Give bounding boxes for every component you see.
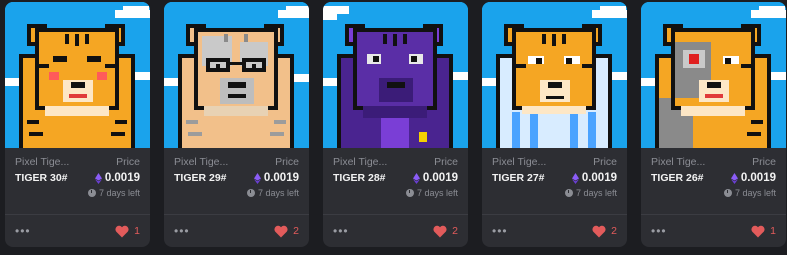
token-name[interactable]: TIGER 30# bbox=[15, 172, 68, 184]
price-label: Price bbox=[275, 156, 299, 168]
token-name[interactable]: TIGER 29# bbox=[174, 172, 227, 184]
eth-icon bbox=[412, 172, 420, 184]
like-button[interactable]: 2 bbox=[592, 225, 617, 238]
eth-icon bbox=[94, 172, 102, 184]
collection-name[interactable]: Pixel Tige... bbox=[174, 156, 228, 168]
card-footer: ••• 1 bbox=[641, 215, 786, 247]
like-button[interactable]: 1 bbox=[751, 225, 776, 238]
like-count: 1 bbox=[134, 225, 140, 237]
like-button[interactable]: 2 bbox=[433, 225, 458, 238]
card-info: Pixel Tige... Price TIGER 26# 0.0019 7 d… bbox=[641, 148, 786, 212]
price-label: Price bbox=[752, 156, 776, 168]
nft-image[interactable] bbox=[164, 2, 309, 148]
heart-icon bbox=[115, 225, 129, 237]
nft-card[interactable]: Pixel Tige... Price TIGER 28# 0.0019 7 d… bbox=[323, 2, 468, 247]
heart-icon bbox=[751, 225, 765, 237]
like-count: 2 bbox=[452, 225, 458, 237]
more-icon[interactable]: ••• bbox=[651, 225, 667, 237]
tiger-art bbox=[482, 2, 627, 148]
eth-icon bbox=[571, 172, 579, 184]
tiger-art bbox=[164, 2, 309, 148]
price-label: Price bbox=[434, 156, 458, 168]
clock-icon bbox=[723, 189, 732, 197]
card-footer: ••• 2 bbox=[482, 215, 627, 247]
more-icon[interactable]: ••• bbox=[492, 225, 508, 237]
eth-icon bbox=[253, 172, 261, 184]
clock-icon bbox=[405, 189, 414, 197]
nft-image[interactable] bbox=[5, 2, 150, 148]
tiger-art bbox=[5, 2, 150, 148]
price-value: 0.0019 bbox=[94, 172, 140, 184]
collection-name[interactable]: Pixel Tige... bbox=[333, 156, 387, 168]
like-count: 2 bbox=[611, 225, 617, 237]
tiger-art bbox=[641, 2, 786, 148]
more-icon[interactable]: ••• bbox=[333, 225, 349, 237]
time-left: 7 days left bbox=[564, 188, 617, 198]
price-value: 0.0019 bbox=[253, 172, 299, 184]
card-footer: ••• 2 bbox=[164, 215, 309, 247]
token-name[interactable]: TIGER 26# bbox=[651, 172, 704, 184]
card-footer: ••• 1 bbox=[5, 215, 150, 247]
collection-name[interactable]: Pixel Tige... bbox=[15, 156, 69, 168]
like-count: 2 bbox=[293, 225, 299, 237]
time-left: 7 days left bbox=[723, 188, 776, 198]
heart-icon bbox=[433, 225, 447, 237]
clock-icon bbox=[564, 189, 573, 197]
like-button[interactable]: 2 bbox=[274, 225, 299, 238]
like-button[interactable]: 1 bbox=[115, 225, 140, 238]
eth-icon bbox=[730, 172, 738, 184]
nft-card[interactable]: Pixel Tige... Price TIGER 29# 0.0019 7 d… bbox=[164, 2, 309, 247]
heart-icon bbox=[592, 225, 606, 237]
price-label: Price bbox=[116, 156, 140, 168]
tiger-art bbox=[323, 2, 468, 148]
card-info: Pixel Tige... Price TIGER 28# 0.0019 7 d… bbox=[323, 148, 468, 212]
card-info: Pixel Tige... Price TIGER 29# 0.0019 7 d… bbox=[164, 148, 309, 212]
like-count: 1 bbox=[770, 225, 776, 237]
card-info: Pixel Tige... Price TIGER 30# 0.0019 7 d… bbox=[5, 148, 150, 212]
more-icon[interactable]: ••• bbox=[174, 225, 190, 237]
nft-image[interactable] bbox=[323, 2, 468, 148]
price-label: Price bbox=[593, 156, 617, 168]
price-value: 0.0019 bbox=[730, 172, 776, 184]
collection-name[interactable]: Pixel Tige... bbox=[651, 156, 705, 168]
time-left: 7 days left bbox=[87, 188, 140, 198]
time-left: 7 days left bbox=[405, 188, 458, 198]
card-info: Pixel Tige... Price TIGER 27# 0.0019 7 d… bbox=[482, 148, 627, 212]
nft-card[interactable]: Pixel Tige... Price TIGER 30# 0.0019 7 d… bbox=[5, 2, 150, 247]
nft-card[interactable]: Pixel Tige... Price TIGER 27# 0.0019 7 d… bbox=[482, 2, 627, 247]
nft-image[interactable] bbox=[641, 2, 786, 148]
card-footer: ••• 2 bbox=[323, 215, 468, 247]
nft-image[interactable] bbox=[482, 2, 627, 148]
token-name[interactable]: TIGER 28# bbox=[333, 172, 386, 184]
collection-name[interactable]: Pixel Tige... bbox=[492, 156, 546, 168]
price-value: 0.0019 bbox=[412, 172, 458, 184]
nft-card[interactable]: Pixel Tige... Price TIGER 26# 0.0019 7 d… bbox=[641, 2, 786, 247]
heart-icon bbox=[274, 225, 288, 237]
nft-grid: Pixel Tige... Price TIGER 30# 0.0019 7 d… bbox=[0, 0, 787, 255]
token-name[interactable]: TIGER 27# bbox=[492, 172, 545, 184]
clock-icon bbox=[87, 189, 96, 197]
more-icon[interactable]: ••• bbox=[15, 225, 31, 237]
time-left: 7 days left bbox=[246, 188, 299, 198]
price-value: 0.0019 bbox=[571, 172, 617, 184]
clock-icon bbox=[246, 189, 255, 197]
